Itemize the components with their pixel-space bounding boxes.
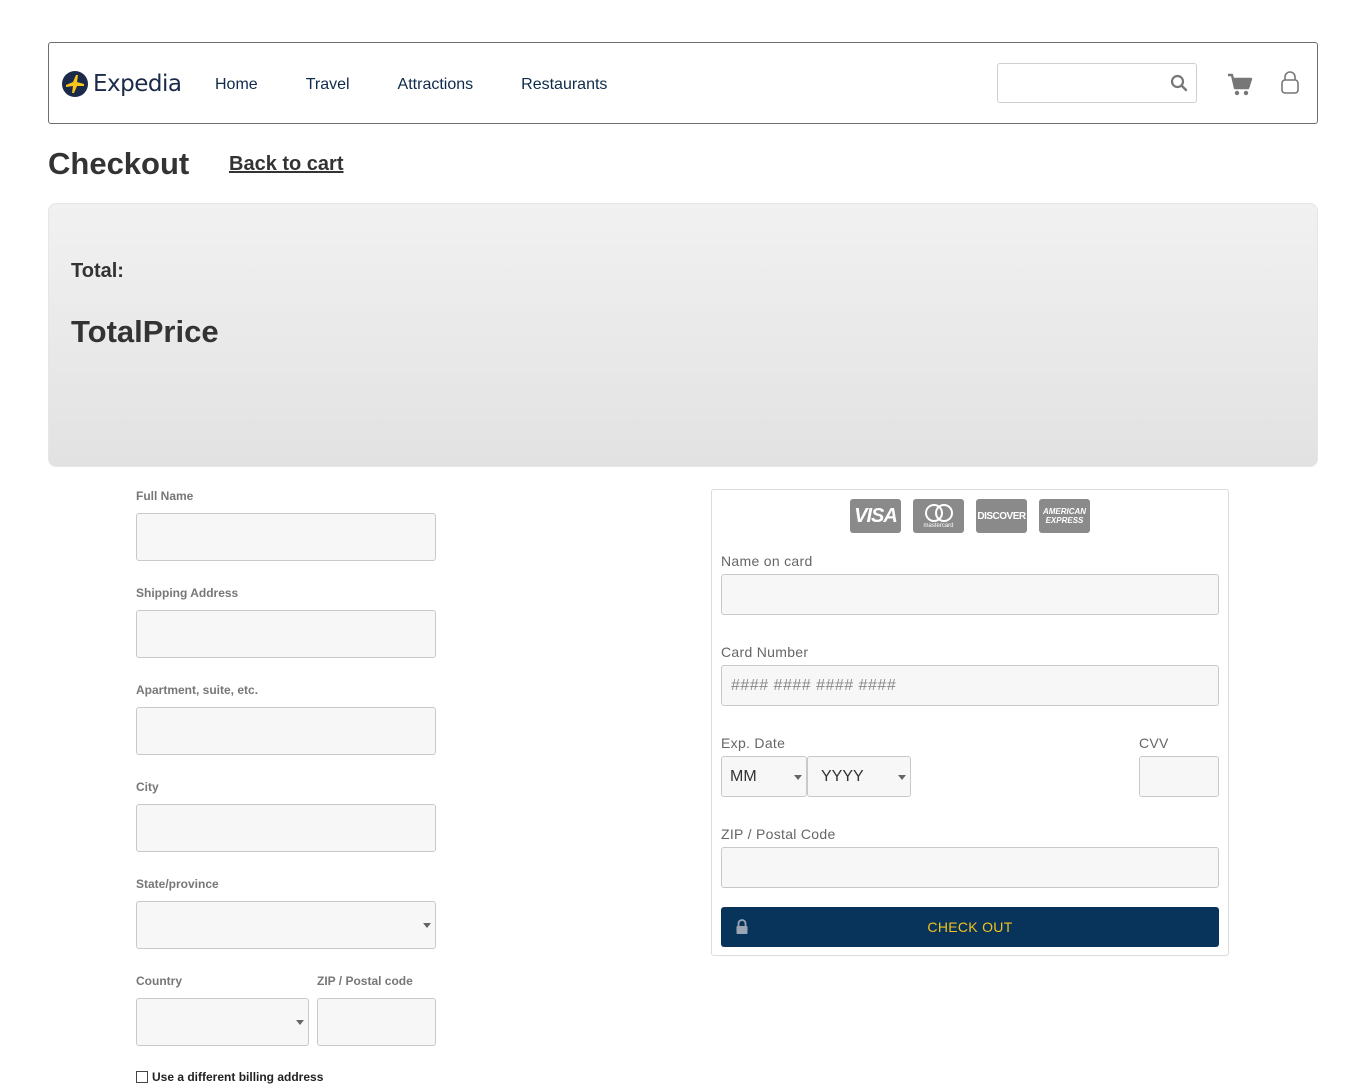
exp-month-select[interactable]: MM <box>721 756 807 797</box>
back-to-cart-link[interactable]: Back to cart <box>229 153 344 176</box>
payment-zip-input[interactable] <box>722 848 1218 887</box>
amex-logo-icon: AMERICAN EXPRESS <box>1039 499 1090 533</box>
full-name-label: Full Name <box>136 489 194 503</box>
nav-restaurants[interactable]: Restaurants <box>521 76 607 94</box>
search-box <box>997 63 1197 103</box>
cvv-label: CVV <box>1139 735 1169 751</box>
city-input[interactable] <box>137 805 435 851</box>
card-number-label: Card Number <box>721 644 809 660</box>
nav-travel[interactable]: Travel <box>306 76 350 94</box>
exp-year-value: YYYY <box>821 768 864 785</box>
search-input[interactable] <box>998 64 1158 102</box>
brand-name: Expedia <box>93 71 182 97</box>
apartment-input[interactable] <box>137 708 435 754</box>
billing-address-label[interactable]: Use a different billing address <box>152 1070 323 1084</box>
user-icon[interactable] <box>1280 71 1300 95</box>
shipping-zip-label: ZIP / Postal code <box>317 974 413 988</box>
shipping-address-label: Shipping Address <box>136 586 239 600</box>
checkout-button[interactable]: CHECK OUT <box>721 907 1219 947</box>
mastercard-circles-icon <box>924 503 953 522</box>
chevron-down-icon <box>296 1020 304 1025</box>
checkout-button-label: CHECK OUT <box>927 919 1013 935</box>
total-price: TotalPrice <box>71 314 219 349</box>
payment-panel: VISA mastercard DISCOVER AMERICAN EXPRES… <box>711 489 1229 956</box>
cart-icon[interactable] <box>1227 73 1253 97</box>
cvv-input[interactable] <box>1140 757 1218 796</box>
nav-attractions[interactable]: Attractions <box>398 76 474 94</box>
card-number-field <box>721 665 1219 706</box>
page-title: Checkout <box>48 146 190 181</box>
billing-address-checkbox[interactable] <box>136 1071 148 1083</box>
search-icon[interactable] <box>1170 74 1188 92</box>
shipping-address-field <box>136 610 436 658</box>
name-on-card-field <box>721 574 1219 615</box>
nav-home[interactable]: Home <box>215 76 258 94</box>
discover-logo-icon: DISCOVER <box>976 499 1027 533</box>
city-label: City <box>136 780 159 794</box>
country-select[interactable] <box>136 998 309 1046</box>
name-on-card-label: Name on card <box>721 553 813 569</box>
payment-zip-label: ZIP / Postal Code <box>721 826 836 842</box>
exp-month-value: MM <box>730 768 757 785</box>
city-field <box>136 804 436 852</box>
shipping-zip-input[interactable] <box>318 999 435 1045</box>
state-label: State/province <box>136 877 219 891</box>
order-total-panel: Total: TotalPrice <box>48 203 1318 467</box>
country-label: Country <box>136 974 182 988</box>
card-logos: VISA mastercard DISCOVER AMERICAN EXPRES… <box>850 499 1102 533</box>
mastercard-logo-icon: mastercard <box>913 499 964 533</box>
card-number-input[interactable] <box>722 666 1218 705</box>
expedia-logo[interactable]: Expedia <box>61 70 182 98</box>
top-navbar: Expedia Home Travel Attractions Restaura… <box>48 42 1318 124</box>
name-on-card-input[interactable] <box>722 575 1218 614</box>
plane-globe-logo-icon <box>62 71 88 97</box>
shipping-address-input[interactable] <box>137 611 435 657</box>
exp-year-select[interactable]: YYYY <box>807 756 911 797</box>
full-name-input[interactable] <box>137 514 435 560</box>
cvv-field <box>1139 756 1219 797</box>
total-label: Total: <box>71 260 124 282</box>
apartment-label: Apartment, suite, etc. <box>136 683 259 697</box>
visa-logo-icon: VISA <box>850 499 901 533</box>
full-name-field <box>136 513 436 561</box>
shipping-zip-field <box>317 998 436 1046</box>
chevron-down-icon <box>898 775 906 780</box>
chevron-down-icon <box>794 775 802 780</box>
exp-date-label: Exp. Date <box>721 735 786 751</box>
payment-zip-field <box>721 847 1219 888</box>
apartment-field <box>136 707 436 755</box>
main-nav: Home Travel Attractions Restaurants <box>215 76 607 94</box>
mastercard-wordmark: mastercard <box>923 522 954 529</box>
chevron-down-icon <box>423 923 431 928</box>
billing-address-option: Use a different billing address <box>136 1070 323 1084</box>
state-select[interactable] <box>136 901 436 949</box>
